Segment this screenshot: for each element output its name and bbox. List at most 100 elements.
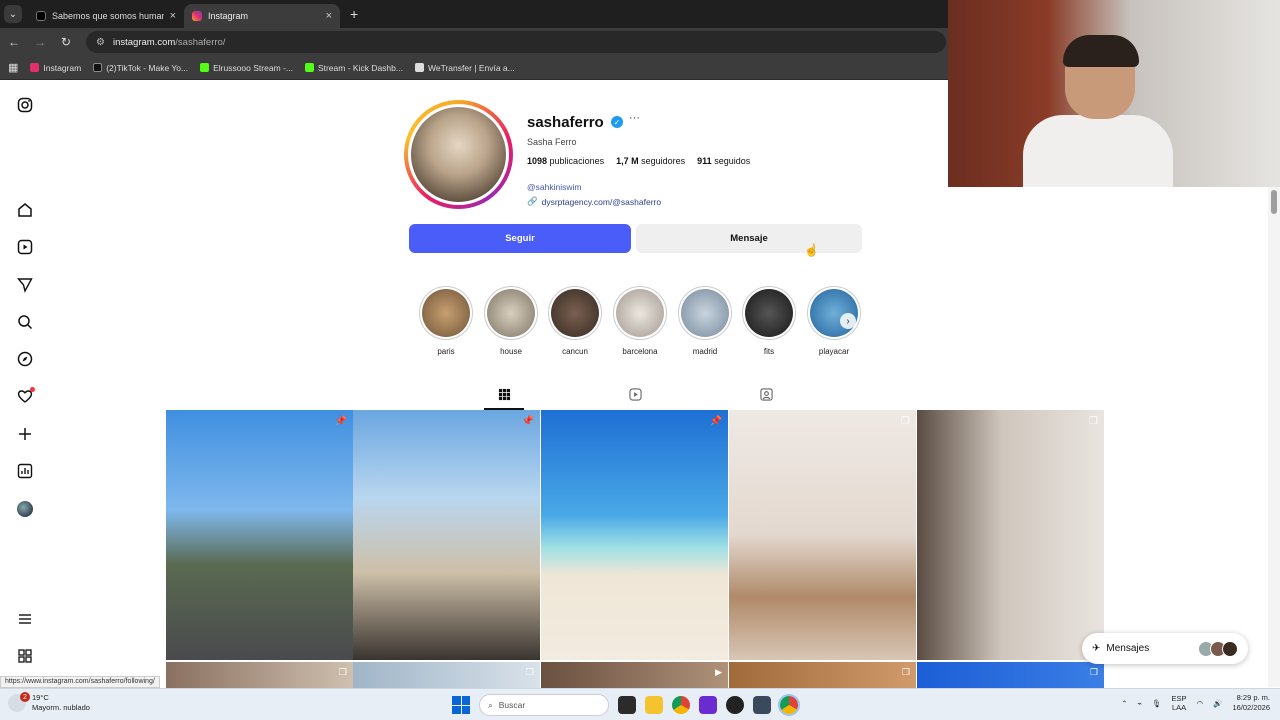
menu-hamburger-icon[interactable] — [16, 610, 34, 628]
highlight-image — [616, 289, 664, 337]
message-button[interactable]: Mensaje — [636, 224, 862, 253]
profile-avatar-icon[interactable] — [16, 500, 34, 518]
post-thumbnail[interactable]: 📌 — [353, 410, 540, 660]
tab-search-icon[interactable]: ⌄ — [4, 5, 22, 23]
bookmark-tiktok[interactable]: (2)TikTok - Make Yo... — [93, 63, 188, 73]
instagram-logo-icon[interactable] — [16, 96, 34, 114]
multiple-images-icon: ❐ — [338, 667, 347, 677]
followers-label: seguidores — [641, 156, 686, 166]
reels-icon[interactable] — [16, 238, 34, 256]
taskbar-search[interactable]: ⌕ Buscar — [479, 694, 609, 716]
file-explorer-icon[interactable] — [645, 696, 663, 714]
forward-icon[interactable]: → — [28, 35, 52, 49]
close-icon[interactable]: × — [170, 10, 176, 22]
highlight-fits[interactable]: fits — [741, 286, 797, 356]
highlight-barcelona[interactable]: barcelona — [612, 286, 668, 356]
highlight-cancun[interactable]: cancun — [547, 286, 603, 356]
media-app-icon[interactable] — [699, 696, 717, 714]
profile-picture-ring[interactable] — [404, 100, 513, 209]
explore-icon[interactable] — [16, 350, 34, 368]
bookmark-label: Elrussooo Stream -... — [213, 62, 293, 73]
language-indicator[interactable]: ESP LAA — [1172, 694, 1187, 712]
bookmark-kick-stream[interactable]: Elrussooo Stream -... — [200, 63, 293, 73]
volume-icon[interactable]: 🔊 — [1213, 699, 1222, 708]
notifications-heart-icon[interactable] — [16, 387, 35, 405]
chrome-active-icon[interactable] — [778, 694, 800, 716]
highlights-next-icon[interactable]: › — [840, 313, 856, 329]
kick-icon — [200, 63, 210, 72]
search-icon[interactable] — [16, 313, 34, 331]
obs-icon[interactable] — [726, 696, 744, 714]
link-icon: 🔗 — [527, 196, 538, 206]
followers-stat[interactable]: 1,7 M seguidores — [616, 156, 685, 166]
more-options-icon[interactable]: ··· — [629, 112, 640, 124]
profile-picture — [408, 104, 509, 205]
post-thumbnail[interactable]: 📌 — [166, 410, 353, 660]
weather-widget[interactable]: 2 19°C Mayorm. nublado — [8, 692, 90, 713]
site-info-icon[interactable]: ⚙ — [96, 37, 105, 48]
post-thumbnail[interactable]: ❐ — [917, 410, 1104, 660]
dashboard-chart-icon[interactable] — [16, 462, 34, 480]
scrollbar-thumb[interactable] — [1271, 190, 1277, 214]
wifi-icon[interactable]: ◠ — [1197, 699, 1204, 708]
highlight-cover — [742, 286, 796, 340]
steam-icon[interactable] — [753, 696, 771, 714]
message-avatars — [1198, 640, 1238, 657]
apps-grid-icon[interactable] — [16, 647, 34, 665]
pin-icon: 📌 — [521, 416, 534, 427]
chrome-icon[interactable] — [672, 696, 690, 714]
messages-widget[interactable]: ✈ Mensajes — [1082, 633, 1248, 664]
highlight-cover — [484, 286, 538, 340]
direct-send-icon[interactable] — [16, 276, 34, 294]
clock[interactable]: 8:29 p. m. 16/02/2026 — [1232, 693, 1270, 713]
task-view-icon[interactable] — [618, 696, 636, 714]
link-text: dysrptagency.com/@sashaferro — [541, 196, 662, 207]
post-thumbnail[interactable]: ▶ — [541, 662, 728, 690]
bookmark-kick-dashboard[interactable]: Stream - Kick Dashb... — [304, 63, 403, 73]
close-icon[interactable]: × — [326, 10, 332, 22]
highlight-cover — [613, 286, 667, 340]
reels-tab-icon[interactable] — [625, 384, 645, 404]
windows-start-icon[interactable] — [452, 696, 470, 714]
follow-button[interactable]: Seguir — [409, 224, 631, 253]
address-bar[interactable]: ⚙ instagram.com/sashaferro/ — [86, 31, 946, 53]
post-thumbnail[interactable]: ❐ — [353, 662, 540, 690]
create-plus-icon[interactable] — [16, 425, 34, 443]
back-icon[interactable]: ← — [2, 35, 26, 49]
bookmark-instagram[interactable]: Instagram — [30, 63, 81, 73]
post-thumbnail[interactable]: ❐ — [166, 662, 353, 690]
link-status-url: https://www.instagram.com/sashaferro/fol… — [0, 676, 160, 688]
tray-chevron-icon[interactable]: ⌃ — [1121, 699, 1127, 708]
microphone-icon[interactable]: 🎙 — [1152, 699, 1162, 708]
tagged-tab-icon[interactable] — [756, 384, 776, 404]
posts-stat: 1098 publicaciones — [527, 156, 604, 166]
tab-tiktok[interactable]: Sabemos que somos humanos × — [28, 4, 184, 28]
following-stat[interactable]: 911 seguidos — [697, 156, 750, 166]
bio-external-link[interactable]: 🔗 dysrptagency.com/@sashaferro — [527, 196, 661, 207]
tab-instagram[interactable]: Instagram × — [184, 4, 340, 28]
post-thumbnail[interactable]: 📌 — [541, 410, 728, 660]
post-thumbnail[interactable]: ❐ — [917, 662, 1104, 690]
apps-icon[interactable]: ▦ — [8, 61, 18, 74]
hand-cursor-icon: ☝ — [804, 243, 819, 257]
page-scrollbar[interactable] — [1268, 187, 1280, 687]
bio-mention-link[interactable]: @sahkiniswim — [527, 182, 581, 192]
streamer-person — [1023, 35, 1173, 187]
highlight-paris[interactable]: paris — [418, 286, 474, 356]
verified-badge-icon: ✓ — [611, 116, 623, 128]
new-tab-button[interactable]: + — [350, 6, 358, 22]
reload-icon[interactable]: ↻ — [54, 35, 78, 49]
following-label: seguidos — [714, 156, 751, 166]
post-thumbnail[interactable]: ❐ — [729, 662, 916, 690]
weather-cloud-icon: 2 — [8, 692, 30, 712]
highlight-madrid[interactable]: madrid — [677, 286, 733, 356]
posts-count: 1098 — [527, 156, 548, 166]
multiple-images-icon: ❐ — [901, 667, 910, 677]
home-icon[interactable] — [16, 201, 34, 219]
bookmark-wetransfer[interactable]: WeTransfer | Envía a... — [414, 63, 515, 73]
highlight-house[interactable]: house — [483, 286, 539, 356]
network-icon[interactable]: ⌁ — [1138, 699, 1143, 708]
posts-grid-tab-icon[interactable] — [484, 384, 524, 410]
instagram-sidebar — [0, 80, 50, 680]
post-thumbnail[interactable]: ❐ — [729, 410, 916, 660]
